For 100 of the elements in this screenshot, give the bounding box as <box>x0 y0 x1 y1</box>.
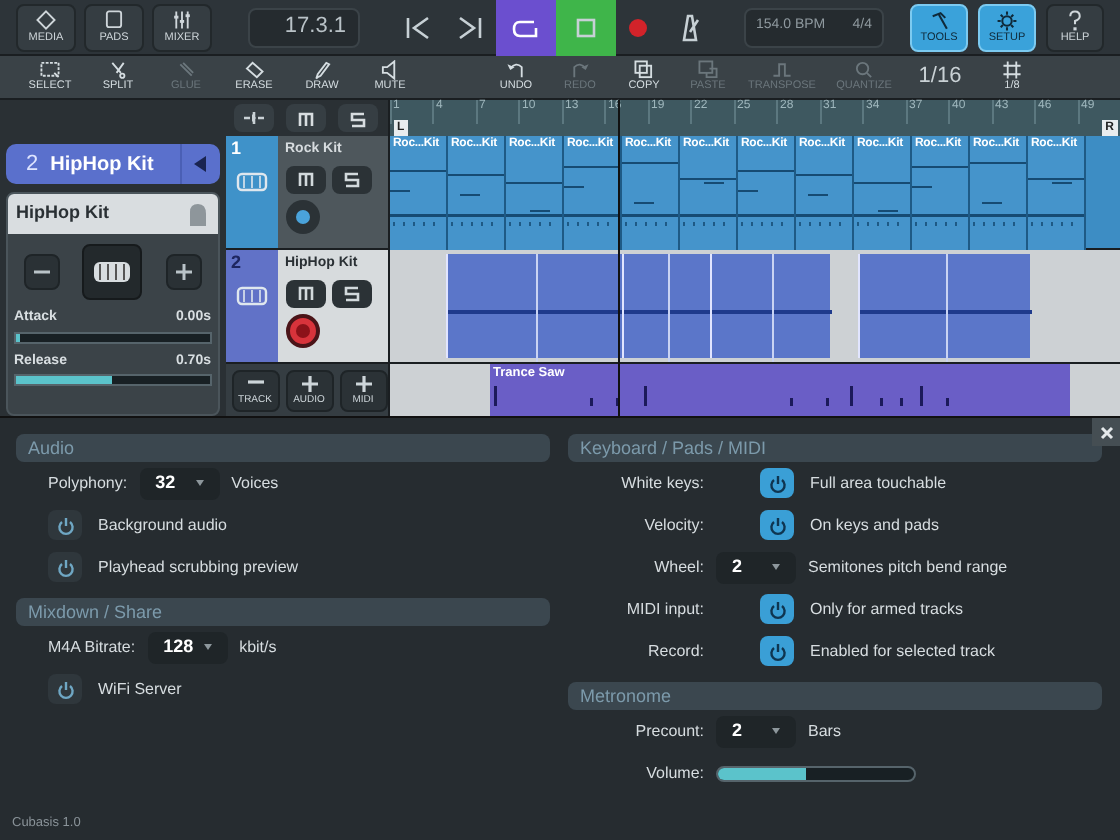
record-icon <box>624 13 652 41</box>
power-toggle[interactable] <box>760 636 794 666</box>
gear-icon <box>996 9 1018 32</box>
position-display: 17.3.1 <box>248 7 360 47</box>
power-icon <box>767 473 787 493</box>
grid-icon <box>1002 60 1022 81</box>
midi-clip[interactable] <box>621 254 709 358</box>
power-toggle[interactable] <box>760 510 794 540</box>
mute-all-button[interactable] <box>285 104 325 132</box>
m-letter-icon <box>297 170 313 188</box>
solo-all-button[interactable] <box>337 104 377 132</box>
setting-text: Full area touchable <box>810 471 947 495</box>
caret-icon <box>772 728 780 734</box>
setting-label: Wheel: <box>652 555 704 579</box>
power-icon <box>55 679 75 699</box>
s-letter-icon <box>343 284 359 302</box>
power-toggle[interactable] <box>760 594 794 624</box>
power-icon <box>55 557 75 577</box>
plus-icon <box>353 374 373 394</box>
square-icon <box>104 9 124 30</box>
mute-button[interactable] <box>285 165 325 193</box>
drum-icon <box>235 169 267 193</box>
track-number: 1 <box>231 136 242 162</box>
setting-text: Background audio <box>98 513 227 537</box>
setting-text: Only for armed tracks <box>810 597 963 621</box>
section-header: Audio <box>16 434 550 462</box>
param-slider[interactable] <box>14 331 211 343</box>
setting-unit: Voices <box>231 471 279 495</box>
track-color-strip[interactable]: 1 <box>225 136 277 248</box>
quantize-value[interactable]: 1/16 <box>904 60 976 94</box>
power-toggle[interactable] <box>48 510 82 540</box>
forward-icon <box>456 13 484 41</box>
dropdown[interactable]: 32 <box>139 467 220 499</box>
playhead-line[interactable] <box>617 100 620 416</box>
setting-label: Record: <box>645 639 704 663</box>
setting-label: White keys: <box>619 471 704 495</box>
s-letter-icon <box>349 109 365 127</box>
section-header: Keyboard / Pads / MIDI <box>568 434 1102 462</box>
power-icon <box>767 641 787 661</box>
setting-label: Volume: <box>644 761 704 785</box>
magnifier-icon <box>854 60 874 81</box>
volume-slider[interactable] <box>716 765 916 781</box>
solo-button[interactable] <box>331 165 371 193</box>
fit-button[interactable] <box>233 104 273 132</box>
mute-button[interactable] <box>285 279 325 307</box>
preset-bar[interactable]: HipHop Kit <box>8 194 217 234</box>
question-mark-icon <box>1064 9 1086 32</box>
minus-button[interactable] <box>24 254 60 290</box>
undo-icon <box>506 60 526 81</box>
power-toggle[interactable] <box>760 468 794 498</box>
collapse-arrow-icon <box>192 154 208 174</box>
dropdown[interactable]: 128 <box>147 631 228 663</box>
stop-icon <box>572 13 600 41</box>
setting-text: Playhead scrubbing preview <box>98 555 299 579</box>
param-slider[interactable] <box>14 374 211 386</box>
speaker-icon <box>380 60 400 81</box>
power-toggle[interactable] <box>48 674 82 704</box>
power-toggle[interactable] <box>48 552 82 582</box>
caret-icon <box>772 564 780 570</box>
setting-text: WiFi Server <box>98 677 182 701</box>
fit-icon <box>241 110 265 126</box>
record-arm-button[interactable] <box>285 313 319 347</box>
mixer-icon <box>172 9 192 30</box>
drum-icon <box>92 256 133 288</box>
close-button[interactable] <box>1092 418 1120 446</box>
power-icon <box>767 515 787 535</box>
instrument-name: HipHop Kit <box>50 151 154 179</box>
selection-icon <box>40 60 60 81</box>
loop-button[interactable] <box>496 0 556 55</box>
setting-text: On keys and pads <box>810 513 939 537</box>
scissors-icon <box>108 60 128 81</box>
copy-icon <box>634 60 654 81</box>
dropdown[interactable]: 2 <box>716 551 796 583</box>
solo-button[interactable] <box>331 279 371 307</box>
notes-drawing <box>711 254 831 362</box>
redo-icon <box>570 60 590 81</box>
setting-unit: Bars <box>808 719 841 743</box>
paste-icon <box>698 60 718 81</box>
step-icon <box>772 60 792 81</box>
power-icon <box>55 515 75 535</box>
setting-label: MIDI input: <box>624 597 704 621</box>
plus-button[interactable] <box>165 254 201 290</box>
s-letter-icon <box>343 170 359 188</box>
m-letter-icon <box>297 284 313 302</box>
setting-label: Velocity: <box>642 513 704 537</box>
hammer-icon <box>928 9 950 32</box>
plus-icon <box>299 374 319 394</box>
setting-text: Enabled for selected track <box>810 639 995 663</box>
diamond-icon <box>36 9 56 30</box>
instrument-header[interactable]: 2 HipHop Kit <box>6 144 219 184</box>
preset-name: HipHop Kit <box>16 200 109 227</box>
track-number: 2 <box>26 149 39 180</box>
setting-label: Precount: <box>633 719 704 743</box>
caret-icon <box>203 644 212 650</box>
setting-unit: kbit/s <box>239 635 277 659</box>
midi-clip[interactable] <box>709 254 829 358</box>
record-arm-button[interactable] <box>285 199 319 233</box>
drum-icon <box>235 283 267 307</box>
section-header: Metronome <box>568 682 1102 710</box>
dropdown[interactable]: 2 <box>716 715 796 747</box>
